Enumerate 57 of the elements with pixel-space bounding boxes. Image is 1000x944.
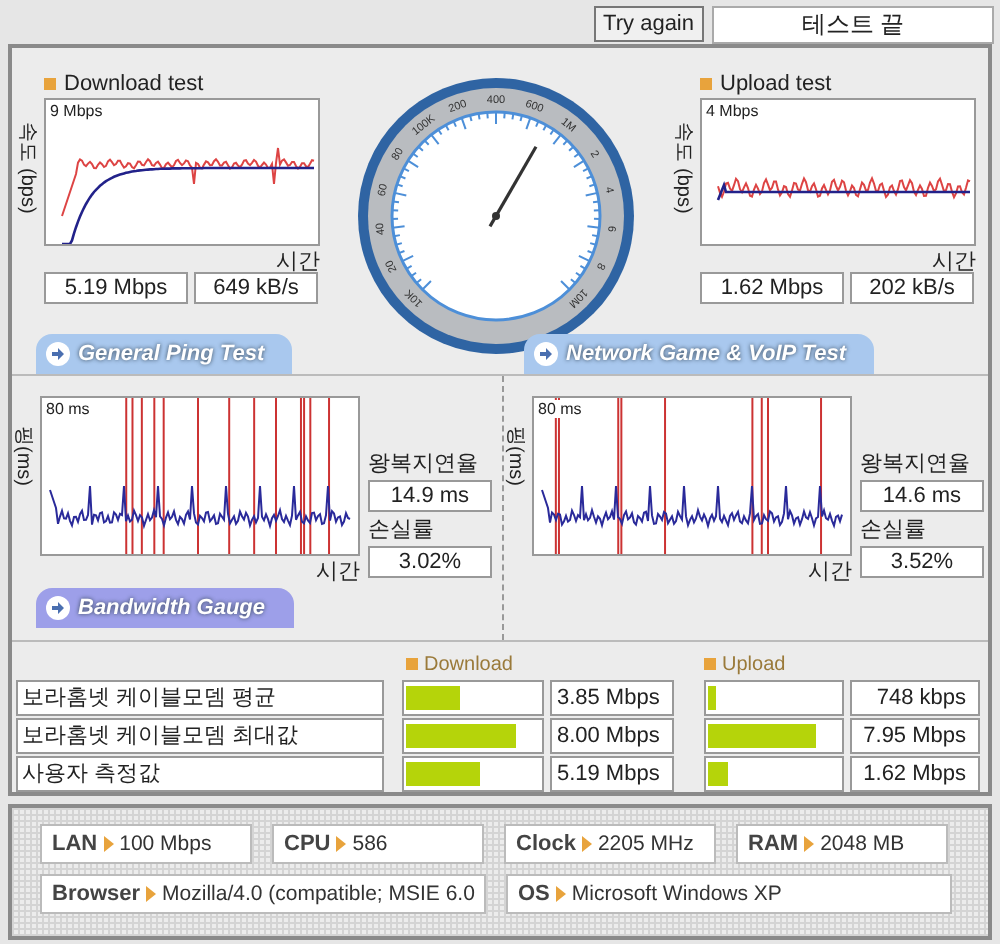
- column-heading: Download: [406, 653, 704, 675]
- axis-label: 시간: [932, 248, 976, 272]
- bandwidth-value: 3.85 Mbps: [549, 679, 674, 715]
- info-value: Microsoft Windows XP: [571, 882, 782, 906]
- axis-label: 속도 (bps): [674, 122, 696, 214]
- bandwidth-value: 7.95 Mbps: [849, 717, 981, 753]
- axis-label: 핑(ms): [14, 426, 36, 486]
- bandwidth-value: 1.62 Mbps: [849, 755, 981, 791]
- column-heading: Upload: [704, 653, 786, 675]
- bandwidth-value: 8.00 Mbps: [549, 717, 674, 753]
- status-field: 테스트 끝: [712, 5, 994, 43]
- axis-label: 시간: [316, 558, 360, 582]
- bandwidth-value: 748 kbps: [849, 679, 981, 715]
- chart-title: Upload test: [720, 71, 832, 95]
- tab-label: Bandwidth Gauge: [78, 596, 265, 620]
- bandwidth-value: 5.19 Mbps: [549, 755, 674, 791]
- info-label: LAN: [52, 832, 98, 856]
- info-value: 100 Mbps: [119, 832, 212, 856]
- info-label: CPU: [284, 832, 331, 856]
- row-label: 보라홈넷 케이블모뎀 평균: [16, 679, 384, 715]
- loss-value: 3.02%: [368, 546, 492, 578]
- info-value: 2048 MB: [820, 832, 905, 856]
- section-tab[interactable]: General Ping Test: [36, 334, 293, 374]
- graph-max-label: 9 Mbps: [50, 102, 105, 120]
- speed-value: 1.62 Mbps: [700, 272, 844, 304]
- info-label: Browser: [52, 882, 141, 906]
- tab-label: General Ping Test: [78, 342, 265, 366]
- info-label: OS: [518, 882, 550, 906]
- graph-max-label: 4 Mbps: [706, 102, 761, 120]
- section-tab[interactable]: Network Game & VoIP Test: [524, 334, 874, 374]
- info-value: 586: [352, 832, 388, 856]
- rate-value: 649 kB/s: [194, 272, 318, 304]
- graph-max-label: 80 ms: [538, 400, 584, 418]
- tab-label: Network Game & VoIP Test: [566, 342, 846, 366]
- graph-max-label: 80 ms: [46, 400, 92, 418]
- info-value: 2205 MHz: [597, 832, 694, 856]
- chart-title: Download test: [64, 71, 204, 95]
- stat-label: 왕복지연율: [368, 450, 480, 478]
- row-label: 보라홈넷 케이블모뎀 최대값: [16, 717, 384, 753]
- loss-value: 3.52%: [860, 546, 984, 578]
- axis-label: 시간: [276, 248, 320, 272]
- section-tab[interactable]: Bandwidth Gauge: [36, 588, 293, 628]
- info-label: Clock: [516, 832, 576, 856]
- try-again-button[interactable]: Try again: [593, 6, 704, 42]
- latency-value: 14.6 ms: [860, 480, 984, 512]
- axis-label: 속도 (bps): [18, 122, 40, 214]
- stat-label: 왕복지연율: [860, 450, 972, 478]
- info-label: RAM: [748, 832, 799, 856]
- rate-value: 202 kB/s: [850, 272, 974, 304]
- info-value: Mozilla/4.0 (compatible; MSIE 6.0: [162, 882, 475, 906]
- row-label: 사용자 측정값: [16, 755, 384, 791]
- speed-value: 5.19 Mbps: [44, 272, 188, 304]
- latency-value: 14.9 ms: [368, 480, 492, 512]
- axis-label: 시간: [808, 558, 852, 582]
- axis-label: 핑(ms): [506, 426, 528, 486]
- stat-label: 손실률: [860, 516, 928, 544]
- stat-label: 손실률: [368, 516, 436, 544]
